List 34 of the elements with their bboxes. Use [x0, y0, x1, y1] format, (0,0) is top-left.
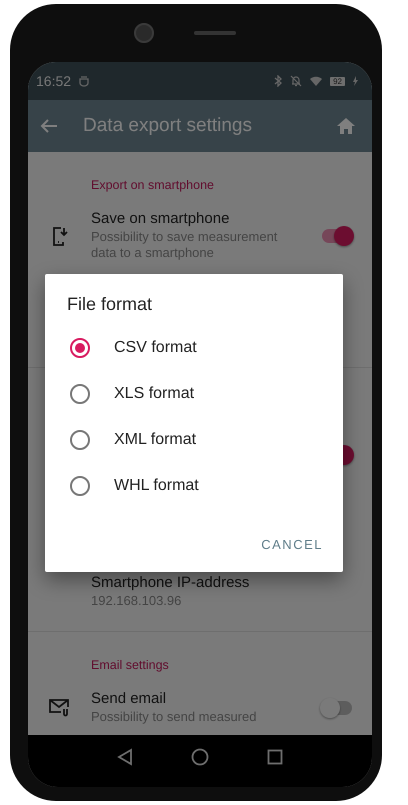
option-label[interactable]: XML format	[114, 431, 196, 449]
toggle-switch[interactable]	[322, 228, 352, 242]
setting-title: Smartphone IP-address	[91, 574, 250, 591]
notification-icon	[79, 75, 90, 87]
bluetooth-icon	[274, 75, 282, 87]
option-label[interactable]: WHL format	[114, 477, 199, 495]
phone-download-icon	[52, 226, 68, 246]
status-time: 16:52	[36, 73, 72, 89]
recent-apps-icon[interactable]	[267, 749, 283, 765]
section-header: Email settings	[90, 657, 170, 674]
charging-icon	[353, 76, 358, 86]
setting-title: Send email	[91, 690, 168, 707]
toggle-switch[interactable]	[322, 700, 352, 714]
option-label[interactable]: CSV format	[114, 339, 197, 357]
radio-button[interactable]	[70, 384, 90, 404]
home-button-icon[interactable]	[191, 748, 209, 766]
wifi-icon	[310, 76, 322, 86]
camera-icon	[134, 23, 154, 43]
home-icon[interactable]	[336, 117, 356, 135]
section-header: Export on smartphone	[90, 177, 215, 194]
radio-button[interactable]	[70, 476, 90, 496]
radio-button[interactable]	[70, 430, 90, 450]
setting-title: Save on smartphone	[91, 210, 230, 227]
bell-off-icon	[290, 75, 302, 87]
speaker-icon	[194, 31, 236, 35]
cancel-button[interactable]: CANCEL	[253, 529, 331, 560]
battery-level: 92	[330, 76, 345, 86]
radio-button[interactable]	[70, 338, 90, 358]
mail-attachment-icon	[48, 698, 70, 716]
screen-title: Data export settings	[83, 115, 253, 137]
back-arrow-icon[interactable]	[40, 118, 58, 134]
option-label[interactable]: XLS format	[114, 385, 194, 403]
back-icon[interactable]	[117, 748, 133, 766]
dialog-title: File format	[66, 294, 154, 316]
